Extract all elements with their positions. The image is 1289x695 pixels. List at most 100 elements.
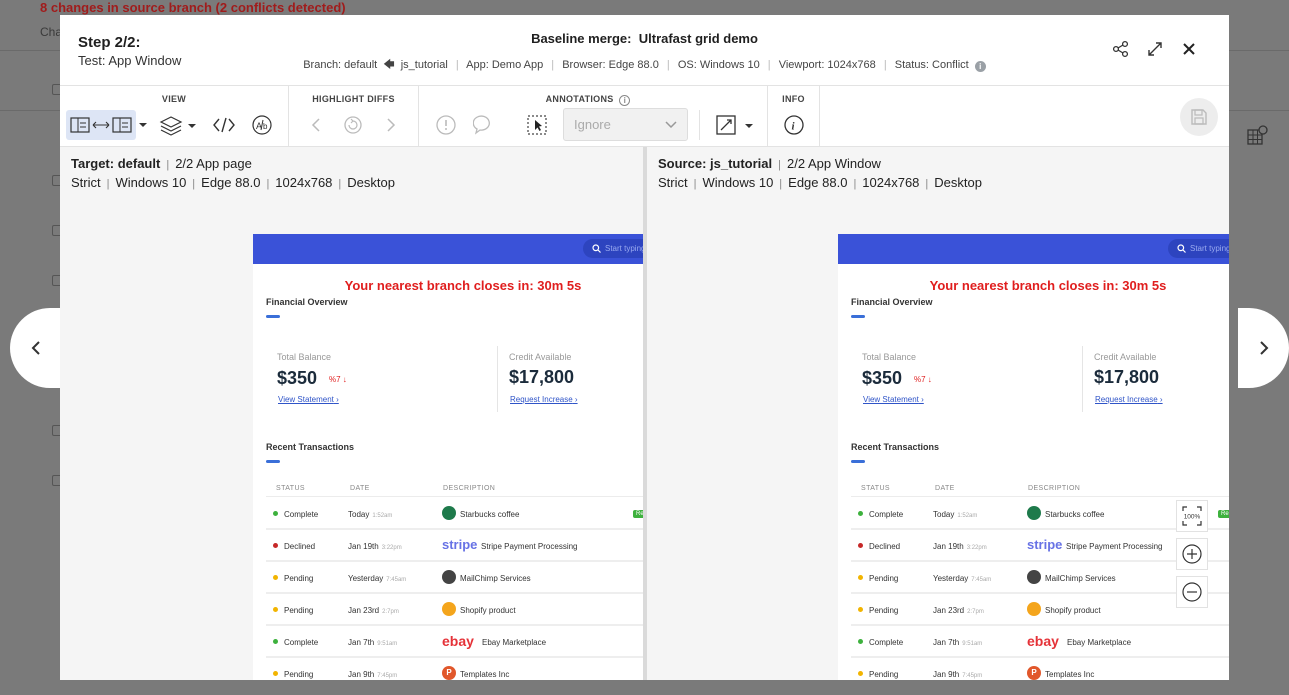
- code-view-button[interactable]: [212, 110, 236, 140]
- status-dot: [273, 671, 278, 676]
- column-description: DESCRIPTION: [1028, 485, 1081, 492]
- remark-button[interactable]: [472, 110, 496, 140]
- side-by-side-toggle[interactable]: [66, 110, 136, 140]
- toolbar-divider: [699, 110, 700, 140]
- chevron-right-icon: [387, 118, 396, 132]
- row-date: Jan 23rd 2:7pm: [933, 606, 984, 615]
- target-info: Target: default | 2/2 App page Strict | Wind…: [71, 156, 395, 190]
- merchant-logo-icon: [442, 506, 456, 520]
- row-description: Templates Inc: [1045, 670, 1095, 679]
- modal-header: Step 2/2: Test: App Window Baseline merg…: [60, 15, 1229, 86]
- zoom-in-button[interactable]: [1176, 538, 1208, 570]
- zoom-out-icon: [1182, 582, 1202, 602]
- arrow-down-icon: ↓: [342, 375, 347, 384]
- request-increase-link: Request Increase ›: [1095, 395, 1163, 404]
- app-search-box: Start typing: [1168, 239, 1229, 258]
- source-match-level: Strict: [658, 175, 688, 190]
- expand-icon[interactable]: [1146, 40, 1164, 58]
- row-time: 1:52am: [372, 513, 393, 519]
- row-description: Shopify product: [1045, 606, 1101, 615]
- request-increase-link: Request Increase ›: [510, 395, 578, 404]
- close-icon[interactable]: [1180, 40, 1198, 58]
- credit-available-label: Credit Available: [1094, 352, 1157, 362]
- column-status: STATUS: [861, 485, 890, 492]
- row-status: Complete: [284, 638, 319, 647]
- section-underline: [851, 315, 865, 318]
- view-statement-text: View Statement: [278, 395, 334, 404]
- status-dot: [273, 639, 278, 644]
- row-time: 9:51am: [377, 641, 398, 647]
- branch-label: Branch: default: [303, 59, 378, 71]
- status-dot: [858, 671, 863, 676]
- test-metadata: Branch: default 🡄 js_tutorial | App: Dem…: [60, 56, 1229, 75]
- status-dot: [273, 607, 278, 612]
- highlight-diffs-group: HIGHLIGHT DIFFS: [289, 86, 419, 147]
- info-button[interactable]: i: [782, 110, 806, 140]
- zoom-in-icon: [1182, 544, 1202, 564]
- row-description: Stripe Payment Processing: [1066, 542, 1163, 551]
- row-status: Complete: [869, 510, 904, 519]
- merchant-logo: ebay: [442, 633, 474, 649]
- branch-changes-banner: 8 changes in source branch (2 conflicts …: [40, 0, 346, 15]
- zoom-out-button[interactable]: [1176, 576, 1208, 608]
- row-time: 3:22pm: [966, 545, 987, 551]
- view-group: VIEW Ab: [60, 86, 289, 147]
- region-select-button[interactable]: [525, 110, 549, 140]
- app-label: App: Demo App: [466, 59, 544, 71]
- save-icon: [1191, 109, 1207, 125]
- share-icon[interactable]: [1112, 40, 1130, 58]
- background-sub-label: Cha: [40, 25, 63, 39]
- row-time: 1:52am: [957, 513, 978, 519]
- table-row: Pending Yesterday 7:45am MailChimp Services: [851, 562, 1229, 594]
- row-date: Yesterday 7:45am: [933, 574, 991, 583]
- arrow-down-icon: ↓: [927, 375, 932, 384]
- source-screenshot: Start typing Your nearest branch closes …: [838, 234, 1229, 680]
- region-type-select[interactable]: Ignore: [563, 108, 688, 141]
- view-mode-dropdown[interactable]: [136, 110, 150, 140]
- row-badge: Re: [1218, 510, 1229, 518]
- annotations-group: ANNOTATIONS i Ignore: [419, 86, 768, 147]
- layers-button[interactable]: [157, 110, 197, 140]
- credit-available-value: $17,800: [1094, 367, 1160, 387]
- browser-label: Browser: Edge 88.0: [562, 59, 659, 71]
- row-date: Today 1:52am: [348, 510, 392, 519]
- column-description: DESCRIPTION: [443, 485, 496, 492]
- maintenance-icon: [716, 115, 753, 135]
- chevron-left-icon: [311, 118, 320, 132]
- transactions-header: STATUS DATE DESCRIPTION: [851, 481, 1229, 497]
- table-row: Pending Yesterday 7:45am MailChimp Services: [266, 562, 643, 594]
- column-status: STATUS: [276, 485, 305, 492]
- merge-modal: Step 2/2: Test: App Window Baseline merg…: [60, 15, 1229, 680]
- view-statement-link: View Statement ›: [863, 395, 924, 404]
- total-balance-label: Total Balance: [277, 352, 332, 362]
- row-badge: Re: [633, 510, 643, 518]
- save-button[interactable]: [1180, 98, 1218, 136]
- total-balance-label: Total Balance: [862, 352, 917, 362]
- row-description: Templates Inc: [460, 670, 510, 679]
- balance-change-value: %7: [329, 375, 341, 384]
- source-pane[interactable]: Source: js_tutorial | 2/2 App Window Stric…: [647, 147, 1229, 680]
- issue-button[interactable]: [434, 110, 458, 140]
- auto-maintenance-button[interactable]: [715, 110, 755, 140]
- grid-settings-icon[interactable]: [1247, 124, 1269, 146]
- annotations-info-icon[interactable]: i: [619, 95, 631, 106]
- chevron-down-icon: [665, 121, 677, 129]
- table-row: Complete Jan 7th 9:51am ebay Ebay Marketplac…: [266, 626, 643, 658]
- row-date: Today 1:52am: [933, 510, 977, 519]
- refresh-diffs-button[interactable]: [342, 110, 364, 140]
- total-balance-value: $350: [277, 368, 318, 388]
- status-info-icon[interactable]: i: [974, 61, 986, 72]
- table-row: Declined Jan 19th 3:22pm stripe Stripe Payme…: [851, 530, 1229, 562]
- row-date-text: Jan 7th: [933, 638, 960, 647]
- row-date-text: Today: [348, 510, 370, 519]
- row-description: Starbucks coffee: [460, 510, 520, 519]
- target-pane[interactable]: Target: default | 2/2 App page Strict | Wind…: [60, 147, 643, 680]
- row-date-text: Yesterday: [933, 574, 969, 583]
- row-description: Ebay Marketplace: [482, 638, 547, 647]
- text-compare-button[interactable]: Ab: [250, 110, 274, 140]
- source-branch: js_tutorial: [400, 59, 448, 71]
- zoom-fit-button[interactable]: 100%: [1176, 500, 1208, 532]
- table-row: Pending Jan 9th 7:45pm P Templates Inc: [851, 658, 1229, 680]
- next-diff-button[interactable]: [384, 110, 398, 140]
- previous-diff-button[interactable]: [309, 110, 323, 140]
